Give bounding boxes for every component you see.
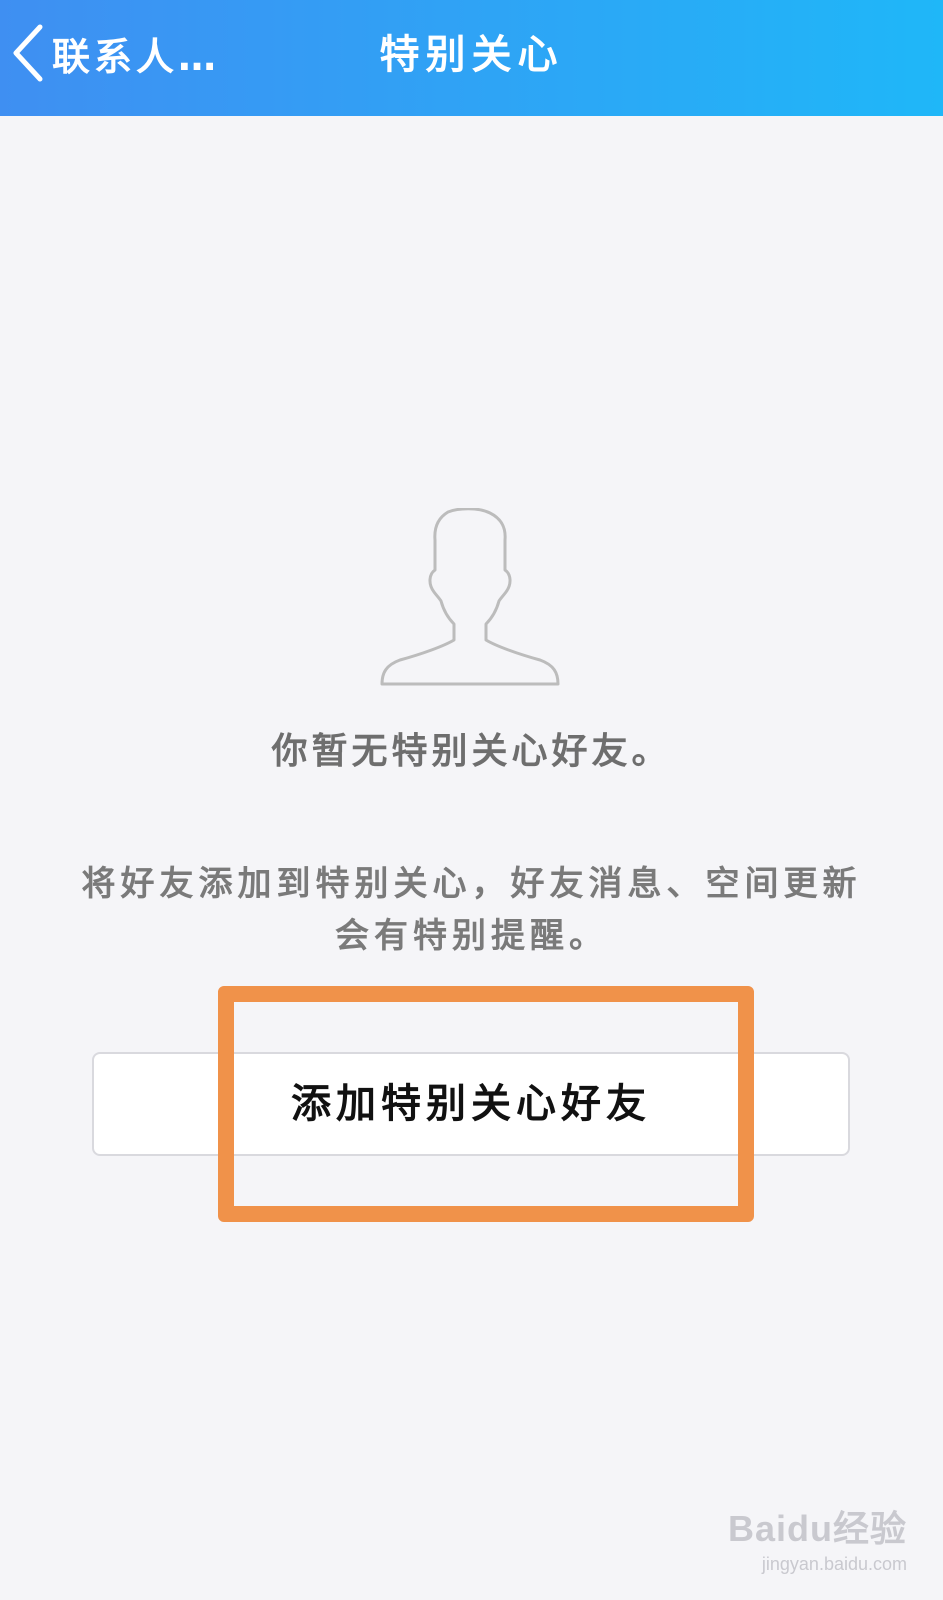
user-silhouette-icon: [380, 508, 560, 686]
empty-state-title: 你暂无特别关心好友。: [271, 731, 672, 772]
watermark-logo: Baidu经验: [727, 1508, 907, 1549]
page-title: 特别关心: [379, 32, 564, 78]
navigation-bar: 联系人… 特别关心: [0, 0, 943, 116]
hint-line-1: 将好友添加到特别关心，好友消息、空间更新: [81, 864, 862, 904]
watermark: Baidu经验 jingyan.baidu.com: [728, 1500, 907, 1575]
watermark-url: jingyan.baidu.com: [761, 1554, 907, 1574]
empty-state-hint: 将好友添加到特别关心，好友消息、空间更新 会有特别提醒。: [40, 858, 903, 962]
add-special-friend-button[interactable]: 添加特别关心好友: [92, 1052, 850, 1156]
hint-line-2: 会有特别提醒。: [335, 916, 608, 956]
